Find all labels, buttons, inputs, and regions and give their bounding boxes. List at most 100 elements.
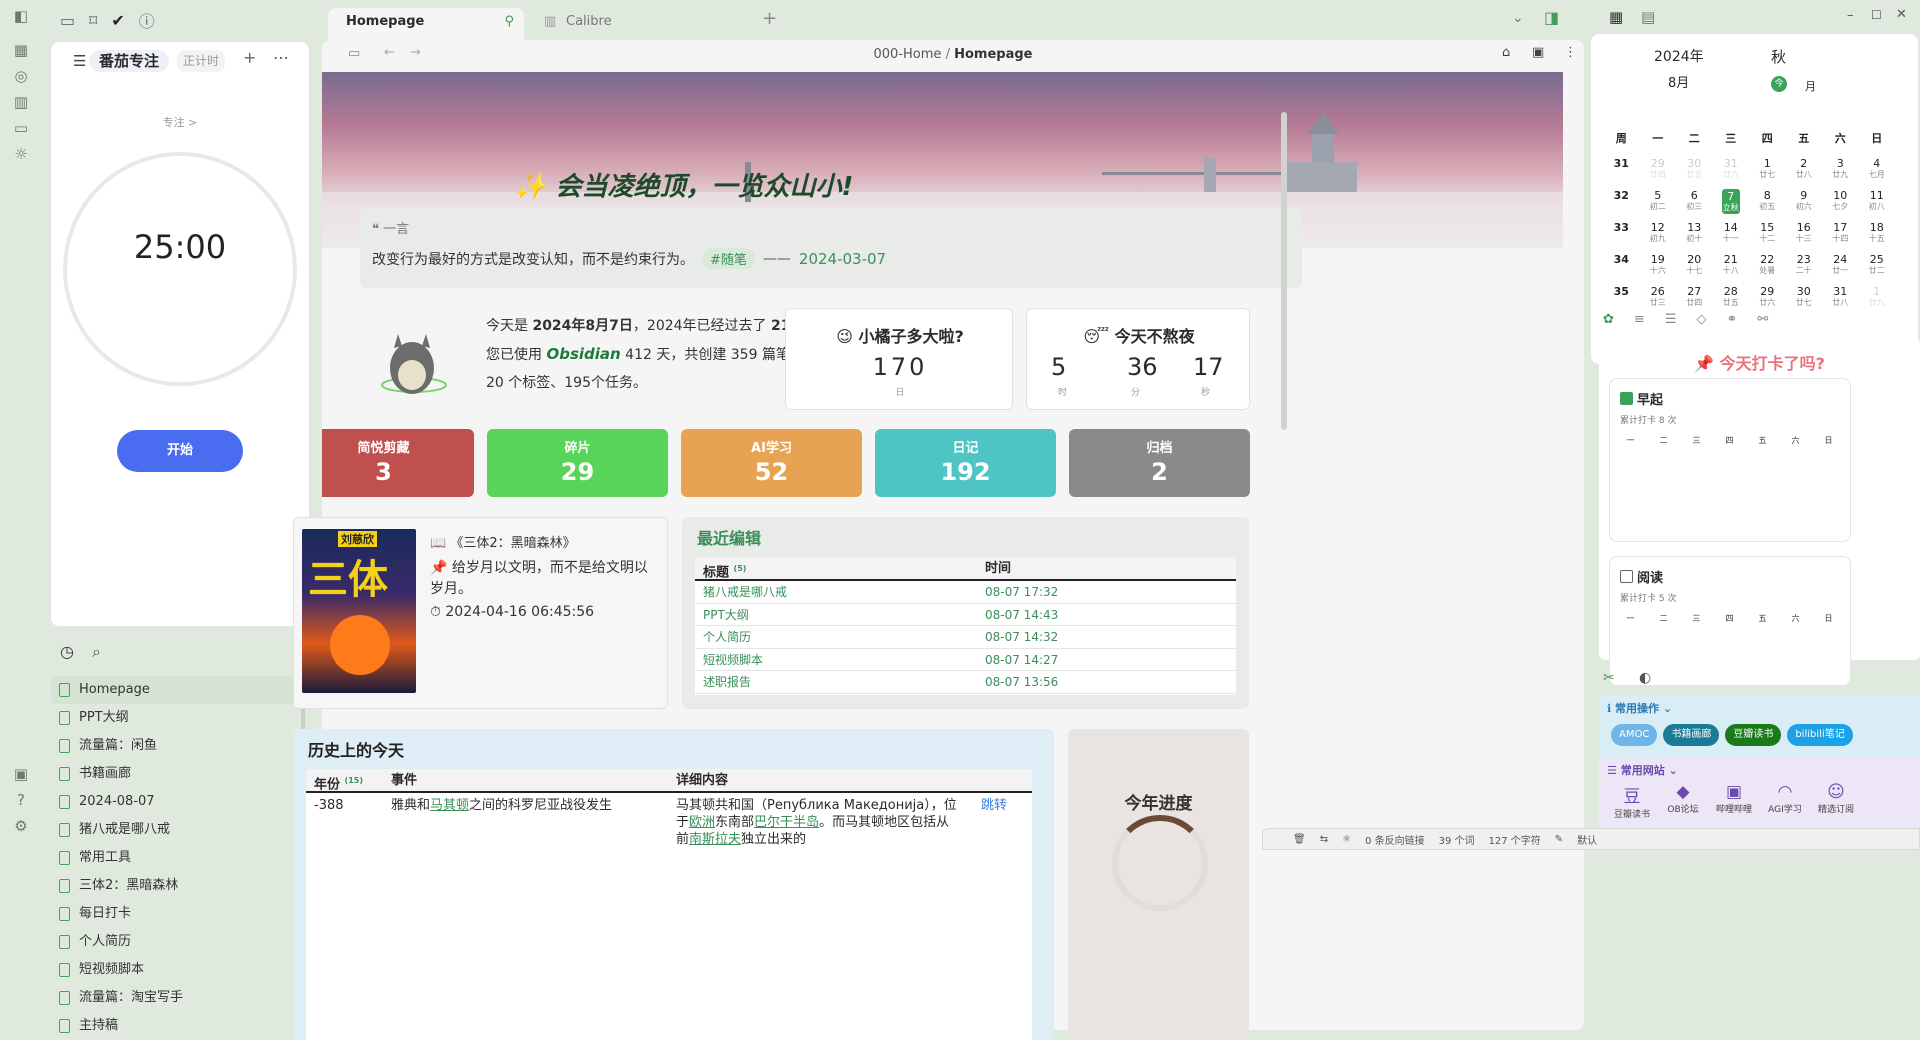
checkbox-icon[interactable] — [1620, 392, 1633, 405]
paw-icon[interactable]: ✿ — [1603, 312, 1614, 327]
event-link[interactable]: 马其顿 — [430, 798, 469, 813]
site-link[interactable]: ☺ 精选订阅 — [1813, 782, 1859, 820]
site-link[interactable]: ◠ AGI学习 — [1762, 782, 1808, 820]
folder-icon[interactable]: ▭ — [60, 11, 75, 30]
op-button[interactable]: bilibili笔记 — [1787, 724, 1853, 746]
file-item[interactable]: 三体2：黑暗森林 — [51, 872, 309, 900]
tag-icon[interactable]: ◇ — [1696, 312, 1706, 327]
cal-day[interactable]: 16 十三 — [1786, 221, 1823, 253]
recent-row[interactable]: 个人简历 08-07 14:32 — [695, 626, 1236, 649]
col-time[interactable]: 时间 — [985, 557, 1011, 579]
toggle-icon[interactable]: ◐ — [1639, 670, 1651, 686]
sites-title[interactable]: ☰ 常用网站 ⌄ — [1607, 762, 1678, 778]
cal-day[interactable]: 30 廿五 — [1676, 157, 1713, 189]
focus-label[interactable]: 专注 > — [51, 114, 309, 130]
info-icon[interactable]: ⓘ — [139, 8, 155, 32]
col-event[interactable]: 事件 — [391, 769, 676, 791]
recent-note-title[interactable]: 短视频脚本 — [695, 649, 985, 671]
file-item[interactable]: 流量篇：闲鱼 — [51, 732, 309, 760]
cal-day[interactable]: 10 七夕 — [1822, 189, 1859, 221]
archive-icon[interactable]: ▤ — [1641, 8, 1655, 26]
backlinks-count[interactable]: 0 条反向链接 — [1365, 832, 1425, 847]
today-button[interactable]: 今 — [1771, 76, 1787, 92]
view-mode[interactable]: 默认 — [1577, 832, 1597, 847]
more-icon[interactable]: ⋯ — [273, 48, 289, 67]
new-tab-icon[interactable]: + — [762, 8, 777, 29]
home-icon[interactable]: ⌂ — [1502, 45, 1510, 60]
more-vertical-icon[interactable]: ⋮ — [1564, 45, 1577, 60]
trash-icon[interactable]: 🗑 — [1293, 834, 1306, 845]
week-number[interactable]: 34 — [1603, 253, 1640, 285]
list-icon[interactable]: ☰ — [1665, 312, 1677, 327]
calendar-icon[interactable]: ▦ — [1609, 8, 1623, 26]
col-year[interactable]: 年份 (15) — [306, 769, 391, 792]
cal-day[interactable]: 21 十八 — [1713, 253, 1750, 285]
cal-day[interactable]: 17 十四 — [1822, 221, 1859, 253]
cal-day[interactable]: 30 廿七 — [1786, 285, 1823, 317]
cal-day[interactable]: 5 初二 — [1640, 189, 1677, 221]
recent-row[interactable]: 述职报告 08-07 13:56 — [695, 671, 1236, 694]
cal-day[interactable]: 2 廿八 — [1786, 157, 1823, 189]
cal-day[interactable]: 14 十一 — [1713, 221, 1750, 253]
cal-day[interactable]: 20 十七 — [1676, 253, 1713, 285]
cal-day[interactable]: 31 廿八 — [1822, 285, 1859, 317]
sidebar-toggle-icon[interactable]: ◧ — [11, 6, 31, 26]
maximize-icon[interactable]: ☐ — [1871, 8, 1882, 22]
cal-day[interactable]: 31 廿六 — [1713, 157, 1750, 189]
jump-link[interactable]: 跳转 — [961, 797, 1007, 848]
stat-card[interactable]: 简悦剪藏 3 — [322, 429, 474, 497]
site-link[interactable]: ▣ 哔哩哔哩 — [1711, 782, 1757, 820]
start-button[interactable]: 开始 — [117, 430, 243, 472]
month-mode[interactable]: 月 — [1805, 78, 1816, 94]
backlink-icon[interactable]: ⚯ — [1757, 312, 1768, 327]
file-item[interactable]: PPT大纲 — [51, 704, 309, 732]
link-icon[interactable]: ⚭ — [1726, 312, 1737, 327]
library-icon[interactable]: ▥ — [11, 92, 31, 112]
robot-icon[interactable]: ▣ — [1532, 45, 1544, 60]
file-item[interactable]: Homepage — [51, 676, 309, 704]
cal-day[interactable]: 19 十六 — [1640, 253, 1677, 285]
ops-title[interactable]: ℹ 常用操作 ⌄ — [1607, 700, 1672, 716]
file-item[interactable]: 猪八戒是哪八戒 — [51, 816, 309, 844]
search-icon[interactable]: ⌕ — [92, 642, 101, 662]
habit-header[interactable]: 早起 — [1620, 389, 1663, 408]
menu-icon[interactable]: ☰ — [73, 52, 86, 70]
op-button[interactable]: 书籍画廊 — [1663, 724, 1720, 746]
col-detail[interactable]: 详细内容 — [676, 769, 728, 791]
help-icon[interactable]: ? — [11, 790, 31, 810]
checkbox-icon[interactable] — [1620, 570, 1633, 583]
col-title[interactable]: 标题 (5) — [695, 557, 985, 580]
detail-link[interactable]: 南斯拉夫 — [689, 832, 741, 847]
book-cover[interactable]: 刘慈欣 三体 — [302, 529, 416, 693]
cal-day[interactable]: 8 初五 — [1749, 189, 1786, 221]
recent-note-title[interactable]: PPT大纲 — [695, 604, 985, 626]
stat-card[interactable]: 碎片 29 — [487, 429, 668, 497]
detail-link[interactable]: 巴尔干半岛 — [754, 815, 819, 830]
detail-link[interactable]: 欧洲 — [689, 815, 715, 830]
pomodoro-title[interactable]: 番茄专注 — [89, 50, 170, 72]
graph-icon[interactable]: ⚛ — [1342, 834, 1351, 845]
task-check-icon[interactable]: ◎ — [11, 66, 31, 86]
chevron-down-icon[interactable]: ⌄ — [1512, 10, 1524, 26]
bulb-icon[interactable]: ☼ — [11, 144, 31, 164]
edit-icon[interactable]: ✎ — [1555, 834, 1563, 845]
stat-card[interactable]: 归档 2 — [1069, 429, 1250, 497]
book-icon[interactable]: ▭ — [11, 118, 31, 138]
stat-card[interactable]: 日记 192 — [875, 429, 1056, 497]
sync-icon[interactable]: ⇆ — [1320, 834, 1328, 845]
cal-day[interactable]: 12 初九 — [1640, 221, 1677, 253]
cal-day[interactable]: 13 初十 — [1676, 221, 1713, 253]
recent-note-title[interactable]: 猪八戒是哪八戒 — [695, 581, 985, 603]
recent-note-title[interactable]: 个人简历 — [695, 626, 985, 648]
cal-day[interactable]: 1 廿七 — [1749, 157, 1786, 189]
stat-card[interactable]: AI学习 52 — [681, 429, 862, 497]
week-number[interactable]: 31 — [1603, 157, 1640, 189]
cal-day[interactable]: 3 廿九 — [1822, 157, 1859, 189]
right-sidebar-toggle-icon[interactable]: ◨ — [1544, 8, 1559, 27]
file-item[interactable]: 短视频脚本 — [51, 956, 309, 984]
cal-day[interactable]: 11 初八 — [1859, 189, 1896, 221]
file-item[interactable]: 常用工具 — [51, 844, 309, 872]
bookmark-icon[interactable]: ⌑ — [89, 11, 97, 30]
breadcrumb-current[interactable]: Homepage — [954, 47, 1032, 62]
op-button[interactable]: 豆瓣读书 — [1725, 724, 1782, 746]
